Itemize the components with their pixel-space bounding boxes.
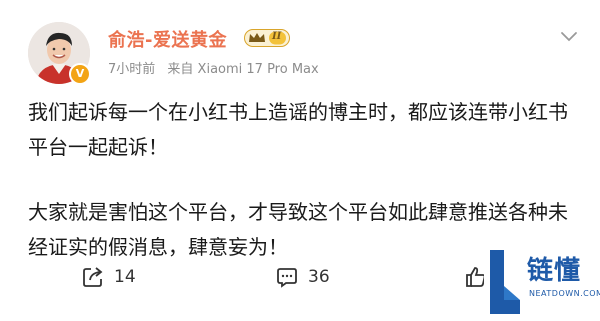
- comment-button[interactable]: 36: [276, 262, 330, 292]
- repost-button[interactable]: 14: [82, 262, 136, 292]
- watermark-subtext: NEATDOWN.COM: [529, 289, 600, 298]
- post-paragraph: 我们起诉每一个在小红书上造谣的博主时，都应该连带小红书平台一起起诉！: [28, 100, 568, 159]
- comment-icon: [277, 268, 297, 288]
- watermark-logo-icon: [490, 250, 520, 314]
- watermark-text: 链懂: [527, 256, 582, 286]
- comment-count: 36: [308, 267, 330, 287]
- verified-badge: V: [69, 63, 91, 85]
- level-badge: II: [244, 29, 290, 47]
- post-menu-button[interactable]: [560, 28, 578, 42]
- post-time: 7小时前: [108, 62, 156, 77]
- crown-level-icon: [244, 29, 290, 47]
- repost-count: 14: [114, 267, 136, 287]
- chevron-down-icon: [561, 32, 577, 42]
- share-icon: [83, 267, 103, 287]
- weibo-post-card: V 俞浩-爱送黄金 II 7小时前 来自 Xiaomi 17 Pro Max 我…: [0, 0, 600, 317]
- level-badge-text: II: [272, 31, 282, 42]
- post-source: 来自 Xiaomi 17 Pro Max: [167, 62, 319, 77]
- post-body: 我们起诉每一个在小红书上造谣的博主时，都应该连带小红书平台一起起诉！ 大家就是害…: [28, 95, 576, 265]
- author-name[interactable]: 俞浩-爱送黄金: [108, 26, 227, 52]
- post-meta: 7小时前 来自 Xiaomi 17 Pro Max: [108, 58, 319, 77]
